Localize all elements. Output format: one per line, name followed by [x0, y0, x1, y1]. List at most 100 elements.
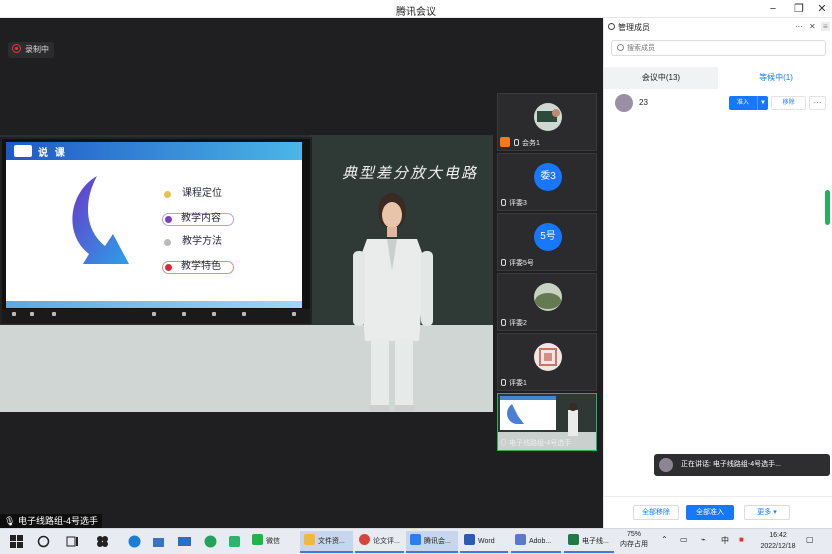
minimize-button[interactable]: − [760, 0, 786, 18]
tv-toolbar [2, 309, 310, 323]
slide-logo-icon [14, 145, 32, 157]
member-row: 23 准入 ▼ 移除 ··· [604, 93, 832, 113]
menu-icon[interactable]: ≡ [821, 22, 830, 31]
clock[interactable]: 16:42 2022/12/18 [757, 530, 799, 552]
mic-icon [514, 139, 519, 146]
member-name: 23 [639, 98, 648, 107]
tab-waiting[interactable]: 等候中(1) [719, 67, 832, 89]
word-icon [464, 534, 475, 545]
presentation-slide: 说 课 课程定位 教学内容 教学方法 教学特色 [6, 142, 302, 308]
thumbnail-participant-active[interactable]: 电子线路组-4号选手 [497, 393, 597, 451]
recording-label: 录制中 [25, 45, 49, 54]
arrow-graphic-icon [72, 176, 129, 264]
recording-indicator[interactable]: 录制中 [8, 42, 54, 58]
search-box[interactable] [611, 40, 826, 56]
scrollbar[interactable] [825, 190, 830, 225]
windows-start-icon[interactable] [9, 534, 24, 549]
avatar: 委3 [534, 163, 562, 191]
panel-title: 管理成员 [618, 23, 650, 32]
more-options-icon[interactable]: ··· [795, 22, 803, 31]
thumbnail-participant[interactable]: 评委2 [497, 273, 597, 331]
app-icon[interactable] [203, 534, 218, 549]
members-icon [608, 23, 615, 30]
admit-button[interactable]: 准入 ▼ [729, 96, 768, 110]
notification-icon[interactable]: ▢ [806, 535, 814, 544]
member-more-button[interactable]: ··· [809, 96, 826, 110]
mail-icon[interactable] [177, 534, 192, 549]
window-title: 腾讯会议 [396, 7, 436, 18]
folder-icon [304, 534, 315, 545]
chevron-up-icon[interactable]: ⌃ [661, 535, 668, 544]
slide-item-4: 教学特色 [162, 261, 234, 274]
thumbnail-name: 评委1 [501, 379, 527, 388]
taskbar-app-excel[interactable]: 电子线... [564, 531, 614, 553]
taskbar-app-chrome[interactable]: 论文评... [355, 531, 404, 553]
app-icon[interactable] [95, 534, 110, 549]
slide-header: 说 课 [6, 142, 302, 160]
taskbar-app-explorer[interactable]: 文件资... [300, 531, 353, 553]
taskbar-app-wechat[interactable]: 微信 [248, 531, 298, 553]
main-video-area: 录制中 典型差分放大电路 说 课 课程定位 教学内容 教学方法 教学特色 🎙 电… [0, 18, 603, 528]
app-icon[interactable] [227, 534, 242, 549]
battery-icon[interactable]: ▭ [680, 535, 688, 544]
taskbar-app-adobe[interactable]: Adob... [511, 531, 561, 553]
thumbnail-name: 电子线路组-4号选手 [501, 439, 571, 448]
edge-icon[interactable] [127, 534, 142, 549]
thumbnail-participant[interactable]: 委3 评委3 [497, 153, 597, 211]
mic-icon [501, 319, 506, 326]
manage-members-panel: 管理成员 ··· ✕ ≡ 会议中(13) 等候中(1) 23 准入 ▼ 移除 ·… [603, 18, 832, 528]
chrome-icon [359, 534, 370, 545]
title-bar: 腾讯会议 − ❐ ✕ [0, 0, 832, 18]
thumbnail-participant[interactable]: 会务1 [497, 93, 597, 151]
taskbar: 微信 文件资... 论文评... 腾讯会... Word Adob... 电子线… [0, 528, 832, 554]
record-icon [12, 44, 21, 53]
mic-icon [501, 439, 506, 446]
tab-in-meeting[interactable]: 会议中(13) [604, 67, 718, 89]
tencent-meeting-icon [410, 534, 421, 545]
speaker-name-caption: 🎙 电子线路组-4号选手 [0, 514, 102, 528]
participant-thumbnails: 会务1 委3 评委3 5号 评委5号 评委2 评委1 电子线路组-4号选手 [497, 93, 599, 453]
taskbar-app-word[interactable]: Word [460, 531, 508, 553]
close-panel-icon[interactable]: ✕ [809, 22, 816, 31]
slide-header-title: 说 课 [38, 148, 67, 159]
memory-usage[interactable]: 75% 内存占用 [620, 530, 648, 550]
thumbnail-name: 评委3 [501, 199, 527, 208]
network-icon[interactable]: ⌁ [701, 535, 706, 544]
remove-all-button[interactable]: 全部移除 [633, 505, 679, 520]
admit-all-button[interactable]: 全部准入 [686, 505, 734, 520]
adobe-icon [515, 534, 526, 545]
search-input[interactable] [627, 42, 817, 54]
thumbnail-name: 评委5号 [501, 259, 534, 268]
bullet-icon [165, 216, 172, 223]
avatar [534, 103, 562, 131]
app-tray-icon[interactable]: ■ [739, 535, 744, 544]
mic-icon [501, 379, 506, 386]
avatar: 5号 [534, 223, 562, 251]
ime-indicator[interactable]: 中 [721, 535, 729, 546]
thumbnail-participant[interactable]: 5号 评委5号 [497, 213, 597, 271]
mic-icon [501, 199, 506, 206]
taskbar-app-tencent-meeting[interactable]: 腾讯会... [406, 531, 458, 553]
search-icon[interactable] [36, 534, 51, 549]
more-button[interactable]: 更多 ▾ [744, 505, 790, 520]
task-view-icon[interactable] [65, 534, 80, 549]
bullet-icon [164, 191, 171, 198]
thumbnail-name: 会务1 [514, 139, 540, 148]
mic-icon: 🎙 [4, 516, 16, 526]
bullet-icon [164, 239, 171, 246]
panel-footer: 全部移除 全部准入 更多 ▾ [604, 496, 832, 528]
blackboard-text: 典型差分放大电路 [342, 164, 479, 182]
remove-button[interactable]: 移除 [771, 96, 806, 110]
avatar [659, 458, 673, 472]
avatar [534, 343, 562, 371]
avatar [615, 94, 633, 112]
chevron-down-icon[interactable]: ▼ [757, 96, 768, 110]
member-tabs: 会议中(13) 等候中(1) [604, 67, 832, 89]
thumbnail-participant[interactable]: 评委1 [497, 333, 597, 391]
host-badge-icon [500, 137, 510, 147]
speaking-text: 正在讲话: 电子线路组-4号选手... [681, 461, 781, 468]
close-button[interactable]: ✕ [809, 0, 832, 18]
store-icon[interactable] [151, 534, 166, 549]
excel-icon [568, 534, 579, 545]
speaker-video[interactable]: 典型差分放大电路 说 课 课程定位 教学内容 教学方法 教学特色 [0, 135, 493, 412]
